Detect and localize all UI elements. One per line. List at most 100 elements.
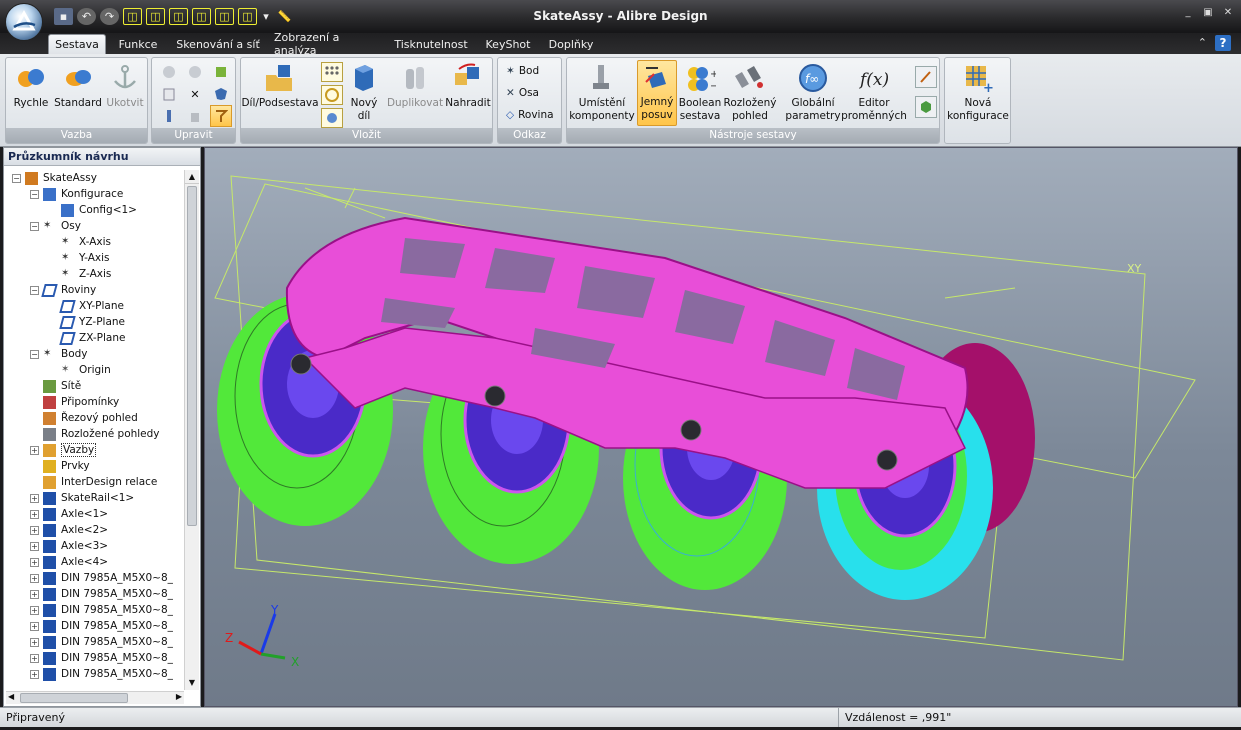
unsuppress-icon[interactable] [186, 63, 204, 81]
tree-node[interactable]: YZ-Plane [48, 314, 125, 330]
tree-node[interactable]: InterDesign relace [30, 474, 157, 490]
tree-node[interactable]: + Axle<4> [30, 554, 108, 570]
pattern-icon[interactable] [321, 62, 343, 82]
measure-icon[interactable]: 📏 [275, 8, 294, 25]
expand-toggle-icon[interactable]: − [12, 173, 21, 183]
tab-funkce[interactable]: Funkce [112, 34, 164, 54]
tree-node[interactable]: Připomínky [30, 394, 119, 410]
ukotvit-button[interactable]: Ukotvit [104, 62, 146, 110]
tab-tisknutelnost[interactable]: Tisknutelnost [390, 34, 472, 54]
jemny-posuv-button[interactable]: Jemný posuv [637, 60, 677, 126]
tree-node[interactable]: − SkateAssy [12, 170, 97, 186]
tree-node[interactable]: ✶ Y-Axis [48, 250, 110, 266]
tree-node[interactable]: Prvky [30, 458, 90, 474]
tab-sestava[interactable]: Sestava [48, 34, 106, 54]
sketch-icon[interactable] [915, 66, 937, 88]
expand-toggle-icon[interactable]: + [30, 605, 39, 615]
maximize-button[interactable]: ▣ [1201, 7, 1215, 18]
tab-keyshot[interactable]: KeyShot [480, 34, 536, 54]
tree-node[interactable]: + DIN 7985A_M5X0~8_ [30, 634, 173, 650]
tree-node[interactable]: − ✶ Osy [30, 218, 81, 234]
save-icon[interactable]: ▪ [54, 8, 73, 25]
ribbon-collapse-icon[interactable]: ⌃ [1198, 36, 1207, 49]
expand-toggle-icon[interactable]: + [30, 493, 39, 503]
tree-node[interactable]: − ✶ Body [30, 346, 88, 362]
tree-node[interactable]: Rozložené pohledy [30, 426, 160, 442]
tree-node[interactable]: ZX-Plane [48, 330, 125, 346]
expand-toggle-icon[interactable]: + [30, 525, 39, 535]
standard-button[interactable]: Standard [54, 62, 102, 110]
expand-toggle-icon[interactable]: + [30, 557, 39, 567]
undo-icon[interactable]: ↶ [77, 8, 96, 25]
tree-node[interactable]: ✶ Z-Axis [48, 266, 111, 282]
view-top-icon[interactable]: ◫ [169, 8, 188, 25]
nova-konfigurace-button[interactable]: + Nová konfigurace [947, 62, 1009, 123]
tree-node[interactable]: − Roviny [30, 282, 96, 298]
bod-button[interactable]: ✶ Bod [506, 65, 539, 77]
tree-node[interactable]: + SkateRail<1> [30, 490, 134, 506]
hand-icon[interactable] [186, 107, 204, 125]
expand-toggle-icon[interactable]: − [30, 221, 39, 231]
delete-icon[interactable]: ✕ [186, 85, 204, 103]
expand-toggle-icon[interactable]: + [30, 669, 39, 679]
boolean-sestava-button[interactable]: + − Boolean sestava [679, 62, 721, 123]
pin-icon[interactable] [160, 107, 178, 125]
tree-node[interactable]: + Axle<2> [30, 522, 108, 538]
rovina-button[interactable]: ◇ Rovina [506, 109, 554, 121]
expand-toggle-icon[interactable]: + [30, 573, 39, 583]
tree-node[interactable]: + Axle<3> [30, 538, 108, 554]
view-left-icon[interactable]: ◫ [215, 8, 234, 25]
view-front-icon[interactable]: ◫ [146, 8, 165, 25]
tree-node[interactable]: + Vazby [30, 442, 97, 458]
editor-promennych-button[interactable]: f(x) Editor proměnných [841, 62, 907, 123]
rozlozeny-pohled-button[interactable]: Rozložený pohled [723, 62, 777, 123]
scroll-up-icon[interactable]: ▲ [185, 170, 199, 184]
tree-node[interactable]: XY-Plane [48, 298, 124, 314]
expand-toggle-icon[interactable]: + [30, 541, 39, 551]
skate-assembly-model[interactable]: XY Y X Z [205, 148, 1239, 708]
tree-node[interactable]: ✶ X-Axis [48, 234, 111, 250]
mirror-part-icon[interactable] [321, 108, 343, 128]
expand-toggle-icon[interactable]: + [30, 621, 39, 631]
duplikovat-button[interactable]: Duplikovat [387, 62, 443, 110]
circular-pattern-icon[interactable] [321, 85, 343, 105]
expand-toggle-icon[interactable]: + [30, 653, 39, 663]
suppress-icon[interactable] [160, 63, 178, 81]
tree-horizontal-scrollbar[interactable]: ◀ ▶ [6, 691, 184, 704]
nahradit-button[interactable]: Nahradit [445, 62, 491, 110]
umisteni-komponenty-button[interactable]: Umístění komponenty [569, 62, 635, 123]
qat-dropdown-icon[interactable]: ▾ [261, 8, 271, 25]
close-button[interactable]: ✕ [1221, 7, 1235, 18]
tab-skenovani[interactable]: Skenování a síť [172, 34, 264, 54]
edit-part-icon[interactable] [212, 63, 230, 81]
application-menu-button[interactable] [5, 3, 43, 41]
tab-doplnky[interactable]: Doplňky [544, 34, 598, 54]
rychle-button[interactable]: Rychle [10, 62, 52, 110]
tree-node[interactable]: + DIN 7985A_M5X0~8_ [30, 650, 173, 666]
tree-node[interactable]: + DIN 7985A_M5X0~8_ [30, 586, 173, 602]
scroll-right-icon[interactable]: ▶ [176, 692, 182, 701]
expand-toggle-icon[interactable]: + [30, 637, 39, 647]
view-iso-icon[interactable]: ◫ [123, 8, 142, 25]
tree-vertical-scrollbar[interactable]: ▲ ▼ [184, 170, 199, 690]
tree-node[interactable]: + DIN 7985A_M5X0~8_ [30, 570, 173, 586]
tree-node[interactable]: + DIN 7985A_M5X0~8_ [30, 618, 173, 634]
3d-viewport[interactable]: XY Y X Z [204, 147, 1238, 707]
expand-toggle-icon[interactable]: − [30, 285, 39, 295]
novy-dil-button[interactable]: Nový díl [347, 62, 381, 123]
shield-icon[interactable] [212, 85, 230, 103]
tree-node[interactable]: ✶ Origin [48, 362, 111, 378]
tab-zobrazeni[interactable]: Zobrazení a analýza [270, 31, 382, 57]
mirror-icon[interactable] [210, 105, 232, 127]
minimize-button[interactable]: _ [1181, 7, 1195, 18]
expand-toggle-icon[interactable]: + [30, 509, 39, 519]
view-right-icon[interactable]: ◫ [192, 8, 211, 25]
tree-node[interactable]: + DIN 7985A_M5X0~8_ [30, 666, 173, 682]
tree-node[interactable]: Config<1> [48, 202, 137, 218]
scroll-thumb[interactable] [187, 186, 197, 526]
list-icon[interactable] [160, 85, 178, 103]
tree-node[interactable]: + Axle<1> [30, 506, 108, 522]
scroll-down-icon[interactable]: ▼ [185, 676, 199, 690]
tree-node[interactable]: − Konfigurace [30, 186, 123, 202]
hscroll-thumb[interactable] [20, 693, 128, 703]
